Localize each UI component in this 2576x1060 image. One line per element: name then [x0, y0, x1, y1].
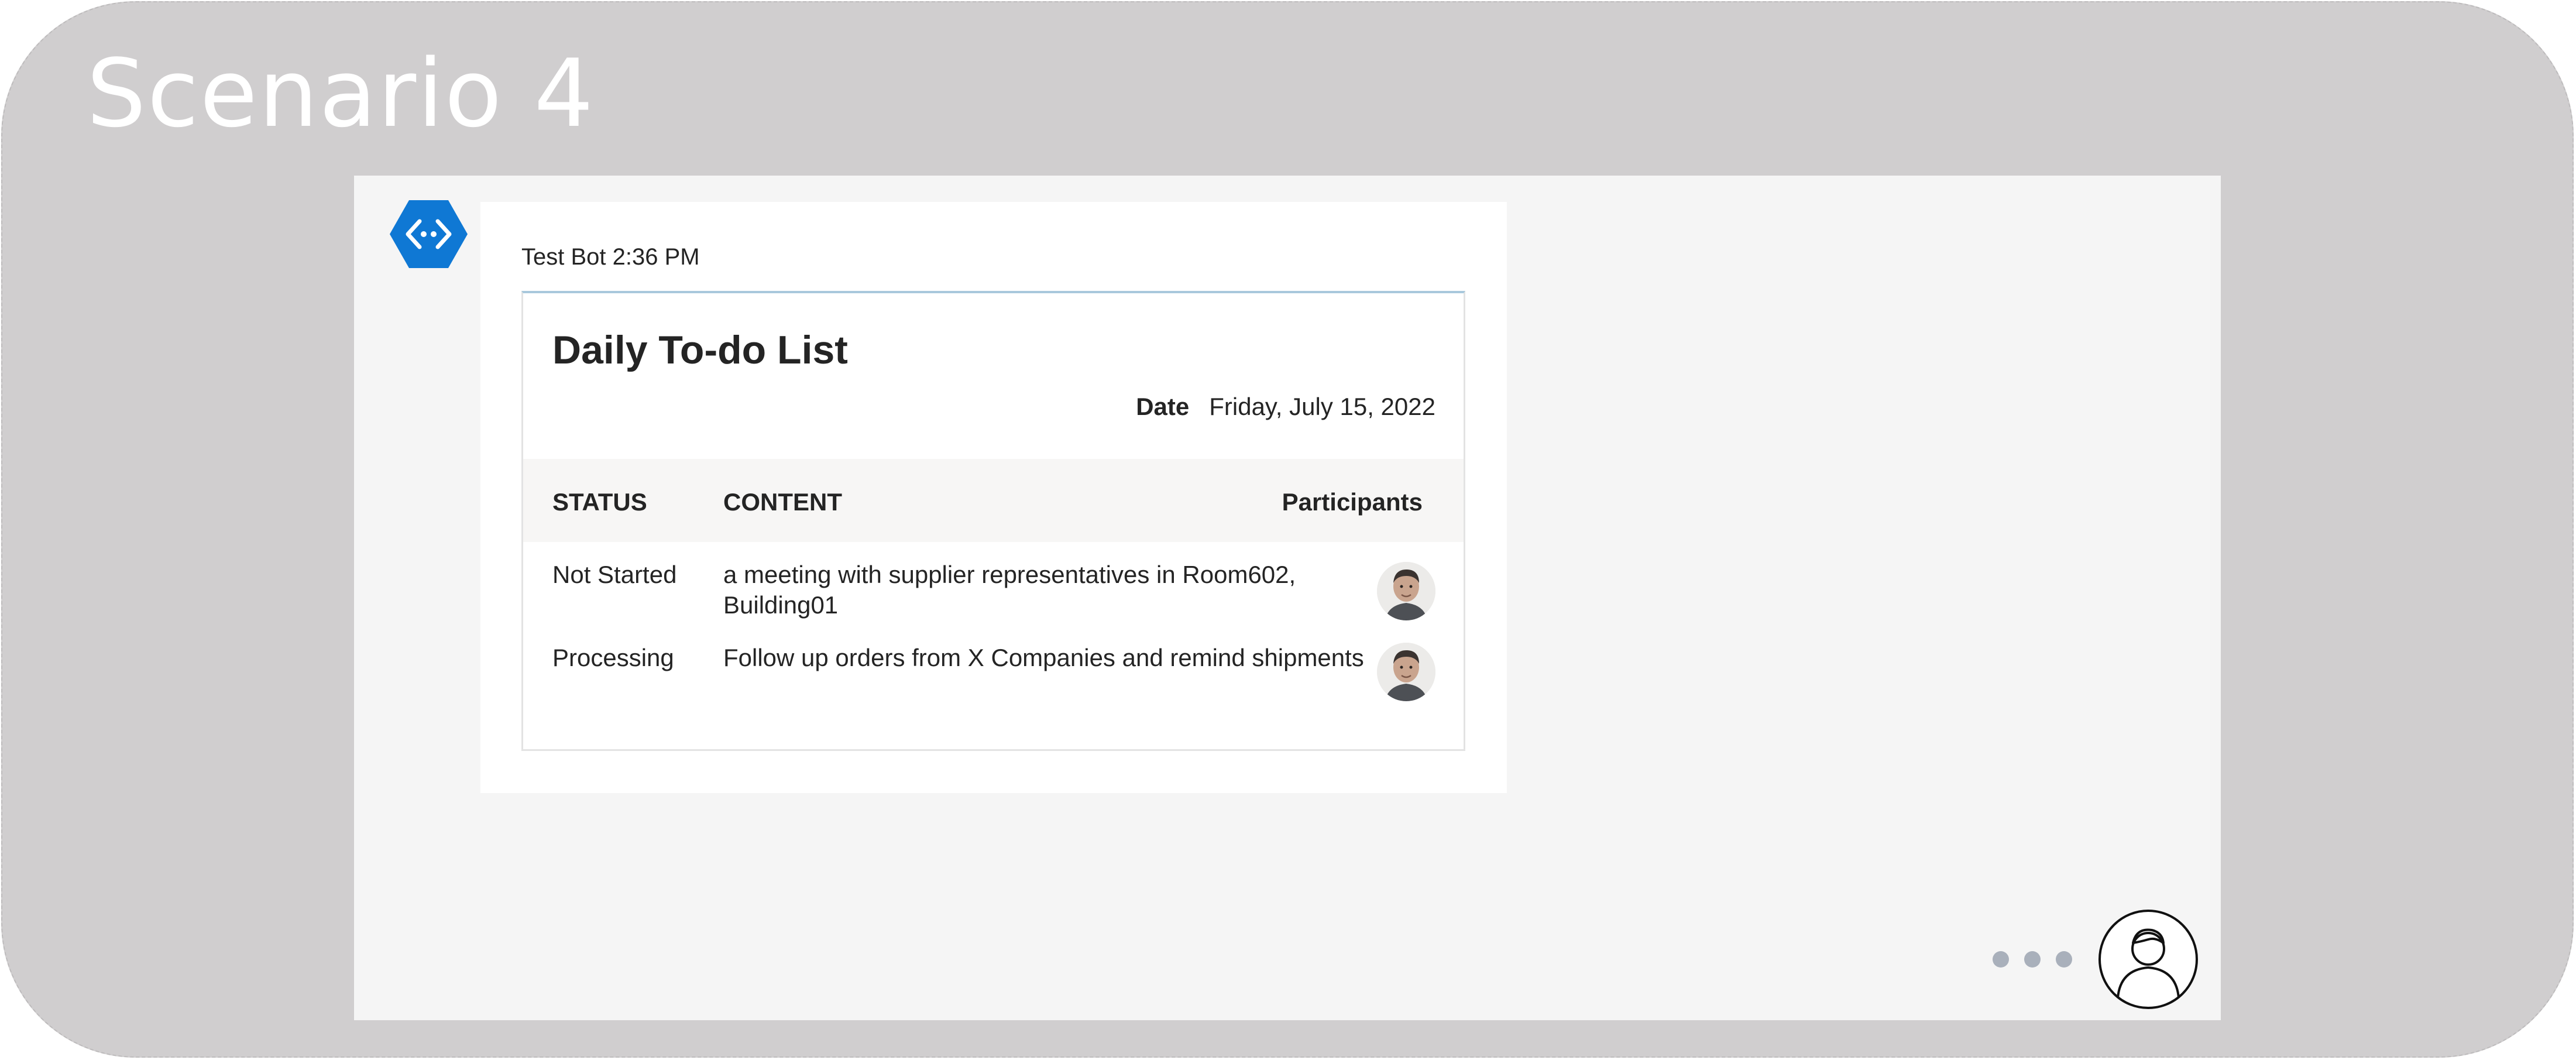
card-title: Daily To-do List: [552, 328, 848, 372]
column-status-header: STATUS: [552, 488, 647, 516]
bot-avatar-icon: [390, 200, 468, 268]
row-content: a meeting with supplier representatives …: [723, 560, 1296, 620]
typing-indicator-dot: [2056, 951, 2072, 968]
row-content-line: a meeting with supplier representatives …: [723, 561, 1296, 588]
participant-photo-icon[interactable]: [1377, 562, 1435, 620]
adaptive-card: Daily To-do List Date Friday, July 15, 20…: [521, 291, 1465, 751]
table-header: STATUS CONTENT Participants: [523, 459, 1464, 542]
row-status: Not Started: [552, 561, 677, 588]
participant-photo-icon[interactable]: [1377, 643, 1435, 701]
typing-indicator-dot: [2024, 951, 2041, 968]
row-content-line: Building01: [723, 591, 839, 619]
date-row: Date Friday, July 15, 2022: [1136, 393, 1435, 421]
user-avatar-icon: [2098, 910, 2198, 1009]
chat-panel: Test Bot 2:36 PM Daily To-do List Date Fr…: [354, 176, 2221, 1020]
row-status: Processing: [552, 644, 674, 671]
row-content-line: Follow up orders from X Companies and re…: [723, 644, 1364, 671]
date-value: Friday, July 15, 2022: [1209, 393, 1435, 420]
scenario-title: Scenario 4: [87, 39, 595, 148]
column-content-header: CONTENT: [723, 488, 842, 516]
date-label: Date: [1136, 393, 1190, 420]
typing-indicator-dot: [1993, 951, 2009, 968]
column-participants-header: Participants: [1282, 488, 1423, 516]
message-bubble: Test Bot 2:36 PM Daily To-do List Date Fr…: [480, 202, 1507, 793]
message-sender-time: Test Bot 2:36 PM: [521, 244, 700, 270]
row-content: Follow up orders from X Companies and re…: [723, 643, 1364, 673]
